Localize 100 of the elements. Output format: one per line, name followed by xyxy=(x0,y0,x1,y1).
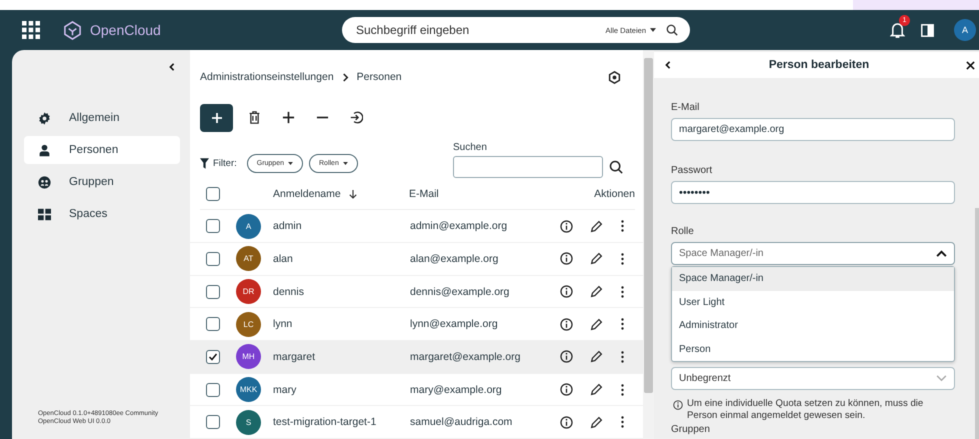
table-cell-text: alan@example.org xyxy=(410,252,500,265)
add-user-button[interactable] xyxy=(200,104,233,132)
sidebar-item[interactable]: Allgemein xyxy=(24,104,180,132)
pencil-icon[interactable] xyxy=(590,383,603,396)
pencil-icon[interactable] xyxy=(590,318,603,331)
table-cell-text: alan xyxy=(273,252,294,265)
info-icon[interactable] xyxy=(560,416,573,429)
group-icon xyxy=(38,176,51,188)
checkmark-icon xyxy=(208,352,218,362)
search-field[interactable] xyxy=(453,156,603,178)
sidebar-item[interactable]: Personen xyxy=(24,136,180,164)
table-cell-text: lynn@example.org xyxy=(410,318,499,330)
info-icon[interactable] xyxy=(560,350,573,364)
more-options-icon[interactable] xyxy=(621,252,624,265)
gear-icon xyxy=(38,112,51,124)
table-cell-text: admin xyxy=(273,220,303,232)
table-row[interactable]: A admin admin@example.org xyxy=(190,210,643,244)
pencil-icon[interactable] xyxy=(590,220,603,233)
table-cell-text: admin@example.org xyxy=(410,220,508,232)
pencil-icon[interactable] xyxy=(590,350,603,364)
info-icon[interactable] xyxy=(560,220,573,233)
more-options-icon[interactable] xyxy=(621,220,624,232)
user-avatar: DR xyxy=(236,279,261,304)
row-checkbox[interactable] xyxy=(206,317,220,332)
table-row[interactable]: S test-migration-target-1 samuel@audriga.com xyxy=(190,406,643,439)
column-header: Aktionen xyxy=(594,188,635,200)
info-icon[interactable] xyxy=(560,318,573,331)
quota-select[interactable]: Unbegrenzt xyxy=(671,367,955,390)
sidebar-item[interactable]: Gruppen xyxy=(24,168,180,196)
close-icon[interactable] xyxy=(966,60,975,70)
table-cell-text: margaret xyxy=(273,350,316,363)
table-cell-text: dennis xyxy=(273,286,305,298)
field-label: E-Mail xyxy=(671,102,700,113)
search-icon[interactable] xyxy=(666,24,678,36)
login-icon[interactable] xyxy=(350,111,363,124)
info-icon[interactable] xyxy=(560,285,573,298)
table-row[interactable]: MH margaret margaret@example.org xyxy=(190,341,643,374)
row-checkbox[interactable] xyxy=(206,219,220,234)
sidebar-toggle-icon[interactable] xyxy=(921,24,934,36)
role-select[interactable]: Space Manager/-in xyxy=(671,242,955,265)
dropdown-option[interactable]: Administrator xyxy=(672,314,954,338)
dropdown-option[interactable]: User Light xyxy=(672,290,954,314)
email-field[interactable]: margaret@example.org xyxy=(671,118,955,141)
pencil-icon[interactable] xyxy=(590,252,603,266)
info-icon[interactable] xyxy=(560,383,573,396)
scrollbar[interactable] xyxy=(643,50,654,439)
table-row[interactable]: AT alan alan@example.org xyxy=(190,243,643,276)
plus-icon[interactable] xyxy=(282,111,295,124)
field-label: Gruppen xyxy=(671,424,711,435)
more-options-icon[interactable] xyxy=(621,350,624,363)
pencil-icon[interactable] xyxy=(590,285,603,298)
caret-icon xyxy=(342,162,348,165)
user-avatar: S xyxy=(236,410,261,435)
table-row[interactable]: DR dennis dennis@example.org xyxy=(190,276,643,308)
column-header[interactable]: Anmeldename xyxy=(273,188,341,200)
more-options-icon[interactable] xyxy=(621,384,624,396)
chevron-right-icon xyxy=(342,72,349,82)
hint-text: Um eine individuelle Quota setzen zu können, muss die Person einmal angemeldet gewesen sein. xyxy=(687,398,924,423)
more-options-icon[interactable] xyxy=(621,318,624,330)
caret-icon xyxy=(288,162,293,165)
password-field[interactable]: •••••••• xyxy=(671,181,955,204)
row-checkbox[interactable] xyxy=(206,284,220,299)
filter-label: Filter: xyxy=(213,158,237,170)
row-checkbox[interactable] xyxy=(206,252,220,266)
back-chevron-icon[interactable] xyxy=(664,60,672,70)
user-avatar[interactable]: A xyxy=(954,19,976,41)
row-checkbox[interactable] xyxy=(206,382,220,397)
more-options-icon[interactable] xyxy=(621,286,624,298)
cloud-logo-icon xyxy=(63,20,82,40)
user-avatar: LC xyxy=(236,312,261,337)
apps-grid-icon[interactable] xyxy=(22,21,40,39)
bell-icon[interactable] xyxy=(890,22,904,38)
field-label: Rolle xyxy=(671,226,695,237)
table-cell-text: samuel@audriga.com xyxy=(410,416,514,428)
sort-arrow-icon[interactable] xyxy=(348,188,357,199)
dropdown-option[interactable]: Person xyxy=(672,338,954,361)
column-header: E-Mail xyxy=(409,188,439,200)
panel-title: Person bearbeiten xyxy=(768,59,870,71)
filter-icon xyxy=(200,158,209,170)
trash-icon[interactable] xyxy=(248,111,261,124)
more-options-icon[interactable] xyxy=(621,416,624,428)
search-label: Suchen xyxy=(453,142,488,154)
table-cell-text: test-migration-target-1 xyxy=(273,416,378,428)
select-all-checkbox[interactable] xyxy=(206,186,220,201)
collapse-chevron-icon[interactable] xyxy=(168,62,176,72)
table-cell-text: mary xyxy=(273,384,298,396)
row-checkbox[interactable] xyxy=(206,415,220,430)
dropdown-option[interactable]: Space Manager/-in xyxy=(672,267,954,290)
table-row[interactable]: MKK mary mary@example.org xyxy=(190,374,643,406)
pencil-icon[interactable] xyxy=(590,416,603,429)
breadcrumb-link[interactable]: Administrationseinstellungen xyxy=(200,71,334,84)
person-icon xyxy=(38,144,51,156)
search-icon[interactable] xyxy=(609,160,623,174)
settings-icon[interactable] xyxy=(608,70,621,84)
app-name: OpenCloud xyxy=(90,22,162,38)
info-icon xyxy=(673,400,683,410)
sidebar-item[interactable]: Spaces xyxy=(24,200,180,228)
info-icon[interactable] xyxy=(560,252,573,266)
user-avatar: MKK xyxy=(236,377,261,402)
row-checkbox[interactable] xyxy=(206,350,220,364)
